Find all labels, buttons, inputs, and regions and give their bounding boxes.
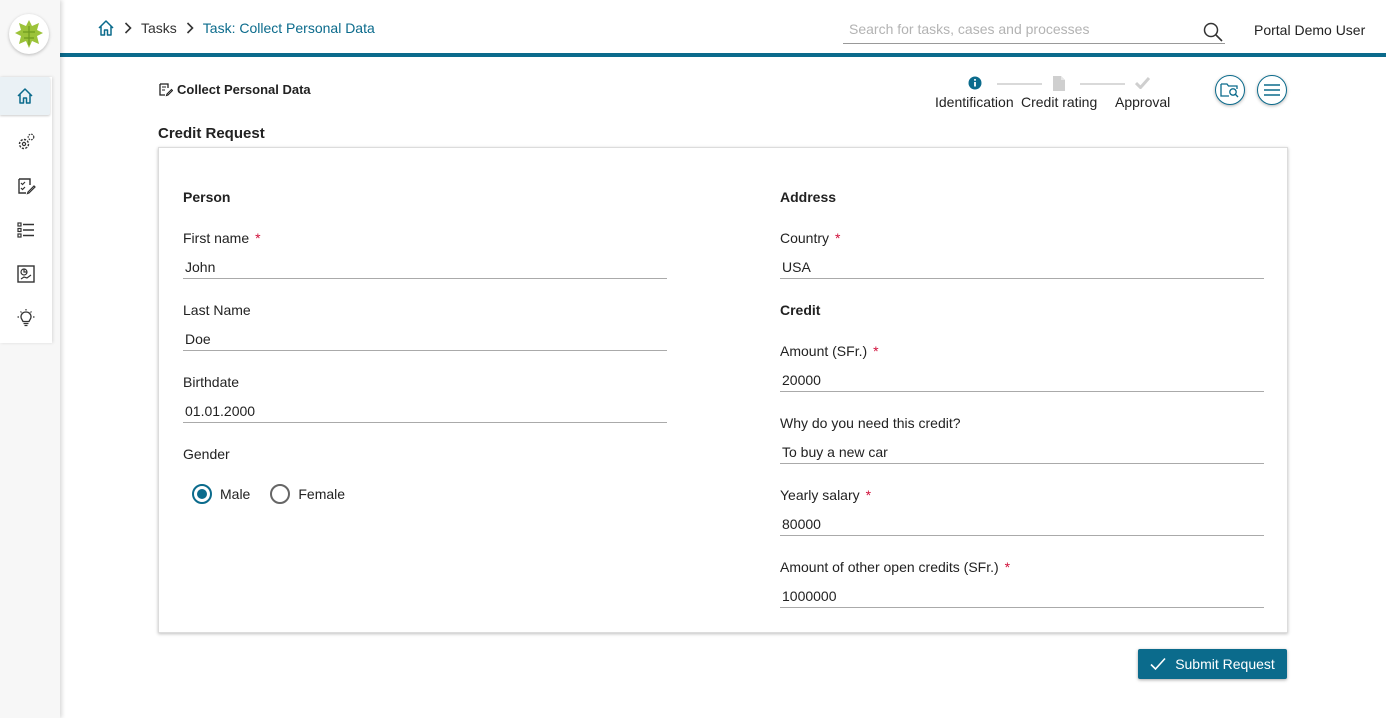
hamburger-menu-icon (1264, 84, 1280, 96)
statistics-icon (17, 265, 35, 283)
required-marker: * (873, 343, 879, 359)
salary-label: Yearly salary * (780, 487, 872, 503)
sidebar-item-cases[interactable] (0, 211, 52, 249)
last-name-input[interactable] (183, 329, 667, 349)
sidebar-item-ideas[interactable] (0, 299, 52, 337)
step-approval: Approval (1115, 94, 1171, 110)
last-name-field (183, 329, 667, 351)
ideas-lightbulb-icon (17, 309, 35, 327)
search-icon[interactable] (1203, 22, 1223, 47)
task-actions-menu-button[interactable] (1257, 75, 1287, 105)
task-title-text: Collect Personal Data (177, 82, 311, 97)
gender-radio-group: Male Female (192, 484, 365, 504)
check-icon (1150, 657, 1166, 671)
gender-male-radio[interactable] (192, 484, 212, 504)
salary-input[interactable] (780, 514, 1264, 534)
sidebar-item-home[interactable] (0, 77, 50, 115)
person-heading: Person (183, 189, 231, 205)
birthdate-label: Birthdate (183, 374, 240, 390)
breadcrumb: Tasks Task: Collect Personal Data (97, 19, 375, 37)
step-connector (997, 83, 1042, 85)
gender-label: Gender (183, 446, 230, 462)
breadcrumb-current[interactable]: Task: Collect Personal Data (203, 20, 375, 36)
form-title: Credit Request (158, 125, 265, 142)
other-credits-label: Amount of other open credits (SFr.) * (780, 559, 1011, 575)
gender-female-label[interactable]: Female (298, 486, 345, 502)
other-credits-input[interactable] (780, 586, 1264, 606)
search-input[interactable] (843, 17, 1183, 41)
cases-list-icon (17, 222, 34, 238)
last-name-label: Last Name (183, 302, 251, 318)
first-name-input[interactable] (183, 257, 667, 277)
global-search (843, 17, 1225, 44)
amount-field (780, 370, 1264, 392)
step-identification: Identification (935, 94, 1014, 110)
first-name-field (183, 257, 667, 279)
sidebar (0, 0, 60, 718)
country-label: Country * (780, 230, 841, 246)
reason-field (780, 442, 1264, 464)
other-credits-field (780, 586, 1264, 608)
logo[interactable] (9, 14, 49, 54)
country-input[interactable] (780, 257, 1264, 277)
task-title: Collect Personal Data (158, 82, 311, 97)
breadcrumb-tasks[interactable]: Tasks (141, 20, 177, 36)
user-menu[interactable]: Portal Demo User (1254, 22, 1365, 38)
sidebar-item-processes[interactable] (0, 123, 52, 161)
required-marker: * (1004, 559, 1011, 575)
step-credit-rating: Credit rating (1021, 94, 1098, 110)
tasks-icon (18, 178, 36, 195)
gender-male-label[interactable]: Male (220, 486, 250, 502)
sidebar-item-statistics[interactable] (0, 255, 52, 293)
process-steps: Identification Credit rating Approval (930, 75, 1180, 115)
required-marker: * (255, 230, 261, 246)
sidebar-item-tasks[interactable] (0, 167, 52, 205)
submit-request-button[interactable]: Submit Request (1138, 649, 1287, 679)
first-name-label: First name * (183, 230, 261, 246)
required-marker: * (865, 487, 872, 503)
chevron-right-icon (124, 22, 132, 34)
info-icon (968, 76, 982, 95)
credit-request-form: Person First name* Last Name Birthdate G… (158, 147, 1288, 633)
case-details-button[interactable] (1215, 75, 1245, 105)
amount-input[interactable] (780, 370, 1264, 390)
chevron-right-icon (186, 22, 194, 34)
gender-female-radio[interactable] (270, 484, 291, 504)
submit-request-label: Submit Request (1175, 656, 1275, 672)
side-menu (0, 77, 52, 343)
processes-gear-icon (18, 133, 35, 150)
edit-task-icon (158, 82, 173, 97)
reason-input[interactable] (780, 442, 1264, 462)
step-connector (1080, 83, 1125, 85)
document-icon (1053, 76, 1065, 96)
required-marker: * (835, 230, 841, 246)
checkmark-icon (1134, 76, 1151, 94)
birthdate-field (183, 401, 667, 423)
birthdate-input[interactable] (183, 401, 667, 421)
country-field (780, 257, 1264, 279)
address-heading: Address (780, 189, 837, 205)
case-search-icon (1220, 83, 1239, 98)
salary-field (780, 514, 1264, 536)
home-icon (17, 88, 33, 104)
top-bar: Tasks Task: Collect Personal Data Portal… (60, 0, 1386, 57)
reason-label: Why do you need this credit? (780, 415, 961, 431)
credit-heading: Credit (780, 302, 821, 318)
amount-label: Amount (SFr.) * (780, 343, 879, 359)
home-icon[interactable] (97, 19, 115, 37)
